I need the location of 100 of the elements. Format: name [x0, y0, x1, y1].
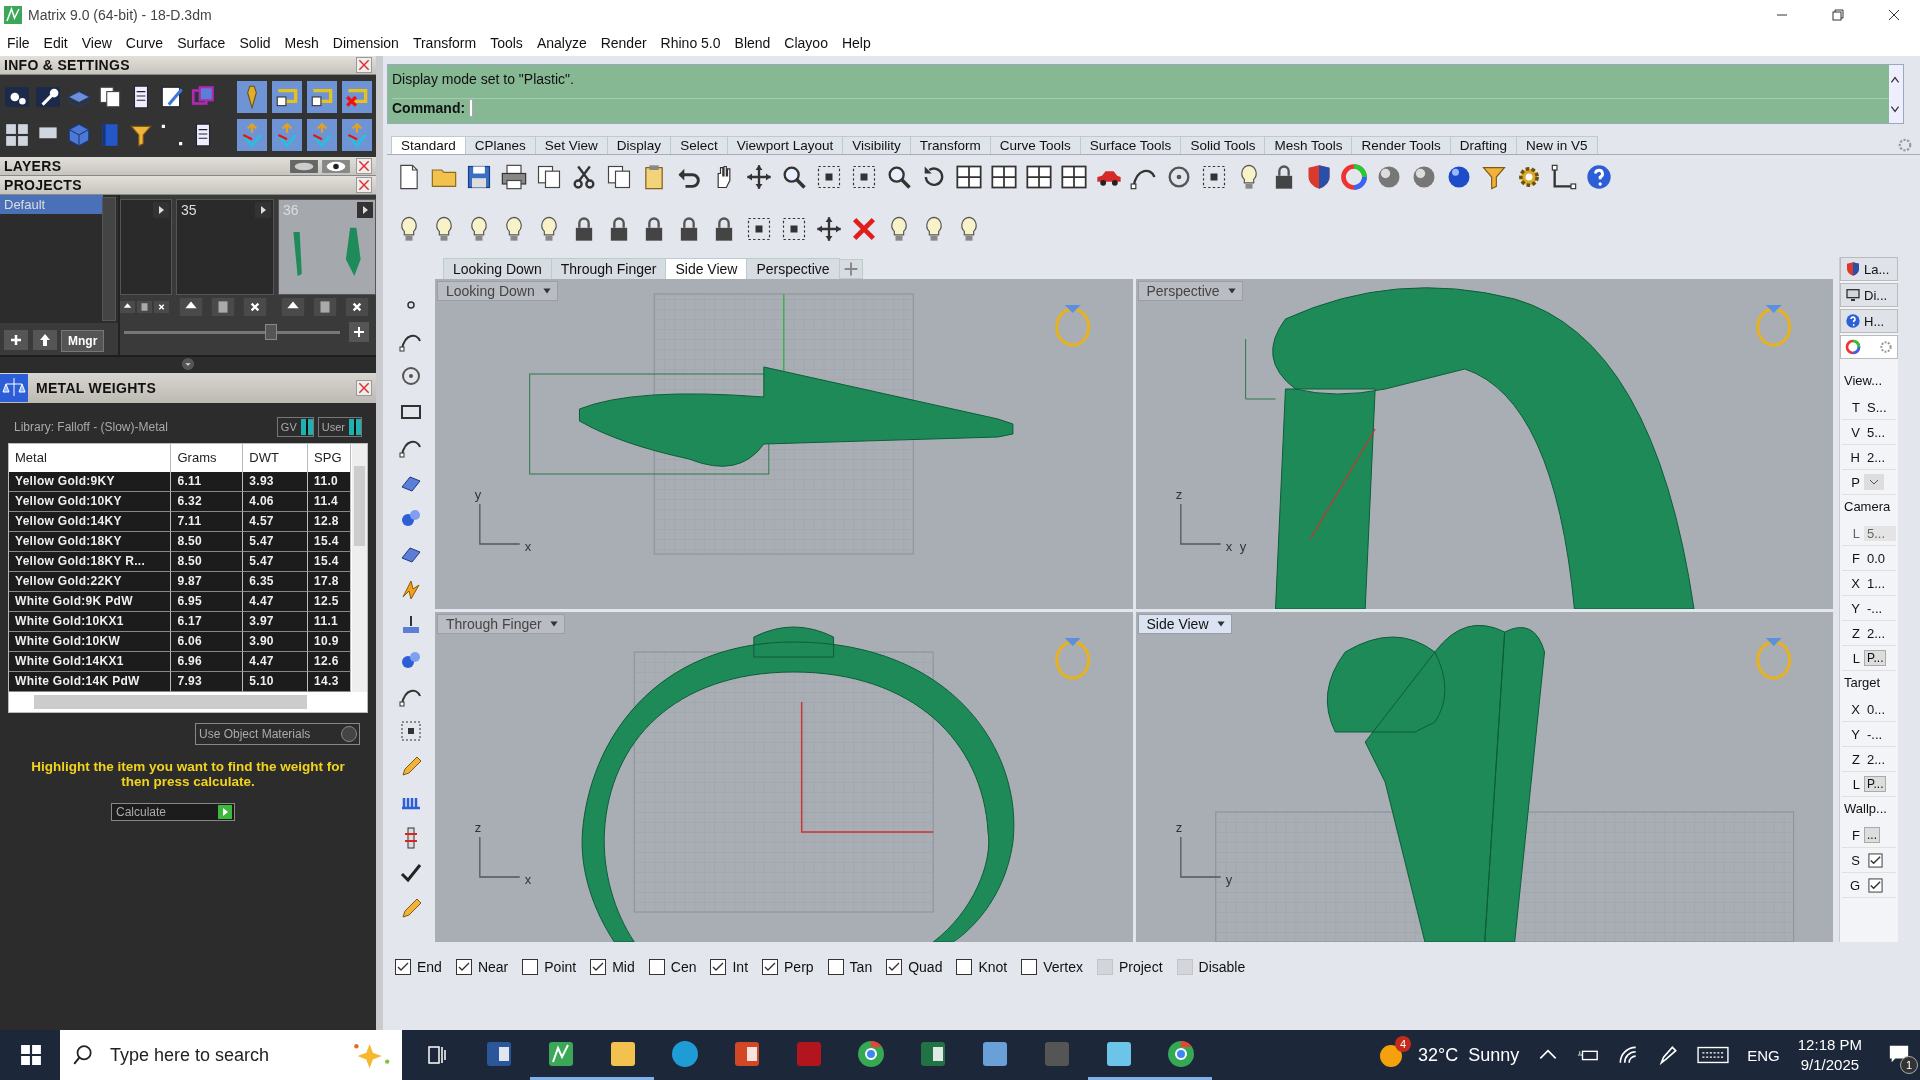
dropdown-icon[interactable]	[1864, 474, 1884, 490]
thumbnail-size-slider[interactable]	[124, 324, 340, 340]
save-icon[interactable]	[465, 163, 493, 191]
checkbox[interactable]	[648, 959, 665, 975]
menu-item[interactable]: Clayoo	[777, 35, 835, 51]
menu-item[interactable]: Help	[834, 35, 878, 51]
move-icon[interactable]	[815, 215, 843, 243]
task-view-icon[interactable]	[426, 1044, 448, 1066]
upload-icon[interactable]	[120, 298, 135, 316]
clock-time[interactable]: 12:18 PM	[1797, 1035, 1862, 1055]
property-button[interactable]: P...	[1864, 650, 1887, 666]
loop-icon[interactable]	[272, 81, 302, 113]
grid-icon[interactable]	[1060, 163, 1088, 191]
menu-item[interactable]: Surface	[170, 35, 233, 51]
panel-tab[interactable]	[1840, 335, 1898, 359]
toolbar-tab[interactable]: New in V5	[1516, 136, 1598, 154]
shield-icon[interactable]	[1845, 261, 1861, 277]
snap-label[interactable]: Vertex	[1043, 959, 1083, 975]
viewport-title[interactable]: Side View	[1137, 614, 1232, 634]
vase-icon[interactable]	[237, 81, 267, 113]
menu-item[interactable]: Dimension	[325, 35, 406, 51]
select-icon[interactable]	[399, 719, 423, 743]
use-object-materials-toggle[interactable]: Use Object Materials	[195, 723, 360, 745]
menu-item[interactable]: File	[0, 35, 37, 51]
panel-tab-label[interactable]: Di...	[1864, 287, 1888, 303]
checkbox[interactable]	[395, 959, 411, 975]
menu-item[interactable]: Blend	[727, 35, 778, 51]
play-icon[interactable]	[255, 202, 271, 218]
splitter-handle-icon[interactable]	[181, 357, 195, 371]
wheel-icon[interactable]	[1340, 163, 1368, 191]
search-box[interactable]: Type here to search	[60, 1030, 402, 1080]
vertical-scrollbar[interactable]	[352, 444, 367, 692]
viewport-tab[interactable]: Perspective	[746, 258, 840, 279]
snap-label[interactable]: Perp	[784, 959, 814, 975]
panel-tab-label[interactable]: La...	[1864, 261, 1890, 277]
circle-icon[interactable]	[399, 364, 423, 388]
add-icon[interactable]	[346, 322, 372, 342]
manager-button[interactable]: Mngr	[61, 330, 105, 352]
browser-icon[interactable]	[1166, 1038, 1196, 1069]
language-indicator[interactable]: ENG	[1747, 1046, 1780, 1064]
menu-item[interactable]: Render	[593, 35, 654, 51]
scrollbar[interactable]	[102, 197, 116, 321]
select-icon[interactable]	[850, 163, 878, 191]
restore-icon[interactable]	[1832, 9, 1844, 21]
checkbox[interactable]	[522, 959, 539, 975]
wheel-icon[interactable]	[1845, 339, 1861, 355]
grid-icon[interactable]	[955, 163, 983, 191]
toolbar-tab[interactable]: Set View	[534, 136, 608, 154]
menu-item[interactable]: Analyze	[529, 35, 594, 51]
calculate-button[interactable]: Calculate	[111, 803, 235, 821]
project-thumbnail[interactable]	[120, 199, 172, 295]
toolbar-tab[interactable]: Solid Tools	[1180, 136, 1266, 154]
toolbar-tab[interactable]: Curve Tools	[989, 136, 1081, 154]
menu-item[interactable]: Edit	[36, 35, 75, 51]
panel-tab[interactable]: Di...	[1840, 283, 1898, 307]
close-icon[interactable]	[1888, 9, 1900, 21]
menu-item[interactable]: Transform	[405, 35, 484, 51]
property-field[interactable]: 0...	[1864, 701, 1896, 717]
viewport-tab[interactable]: Looking Down	[443, 258, 552, 279]
loop-icon[interactable]	[307, 81, 337, 113]
project-list-item[interactable]: Default	[0, 195, 103, 214]
toolbar-tab[interactable]: Drafting	[1449, 136, 1518, 154]
toggle-switch[interactable]: User	[317, 417, 362, 437]
toolbar-tab[interactable]: Select	[670, 136, 728, 154]
menu-item[interactable]: Solid	[232, 35, 278, 51]
property-field[interactable]: 2...	[1864, 751, 1896, 767]
delete-icon[interactable]	[154, 298, 169, 316]
checkbox[interactable]	[886, 959, 903, 975]
toolbar-tab[interactable]: Standard	[391, 136, 466, 154]
bulb-toggle-icon[interactable]	[290, 159, 318, 173]
panes-icon[interactable]	[4, 121, 30, 149]
select-icon[interactable]	[1200, 163, 1228, 191]
snap-label[interactable]: Near	[477, 959, 509, 975]
nodes-icon[interactable]	[1550, 163, 1578, 191]
checkbox[interactable]	[1868, 877, 1883, 893]
add-icon[interactable]	[3, 330, 29, 350]
eye-icon[interactable]	[322, 159, 350, 173]
move-icon[interactable]	[745, 163, 773, 191]
viewport-title[interactable]: Perspective	[1137, 281, 1243, 301]
checkbox[interactable]	[1868, 852, 1883, 868]
checkbox[interactable]	[956, 959, 973, 975]
select-icon[interactable]	[815, 163, 843, 191]
grid-icon[interactable]	[1025, 163, 1053, 191]
snap-label[interactable]: Cen	[670, 959, 697, 975]
toolbar-tab[interactable]: Viewport Layout	[726, 136, 844, 154]
menu-item[interactable]: Mesh	[277, 35, 326, 51]
snap-label[interactable]: Tan	[849, 959, 873, 975]
snap-label[interactable]: Int	[732, 959, 749, 975]
question-icon[interactable]	[1845, 313, 1861, 329]
checkbox[interactable]	[762, 959, 779, 975]
toolbar-tab[interactable]: Transform	[909, 136, 991, 154]
checkbox[interactable]	[827, 959, 844, 975]
snap-label[interactable]: End	[417, 959, 442, 975]
property-field[interactable]: -...	[1864, 726, 1896, 742]
checkbox[interactable]	[710, 959, 727, 975]
command-field[interactable]	[469, 99, 474, 118]
panel-tab[interactable]: H...	[1840, 309, 1898, 333]
grid-icon[interactable]	[990, 163, 1018, 191]
copy-icon[interactable]	[605, 163, 633, 191]
cross-icon[interactable]	[850, 215, 878, 243]
